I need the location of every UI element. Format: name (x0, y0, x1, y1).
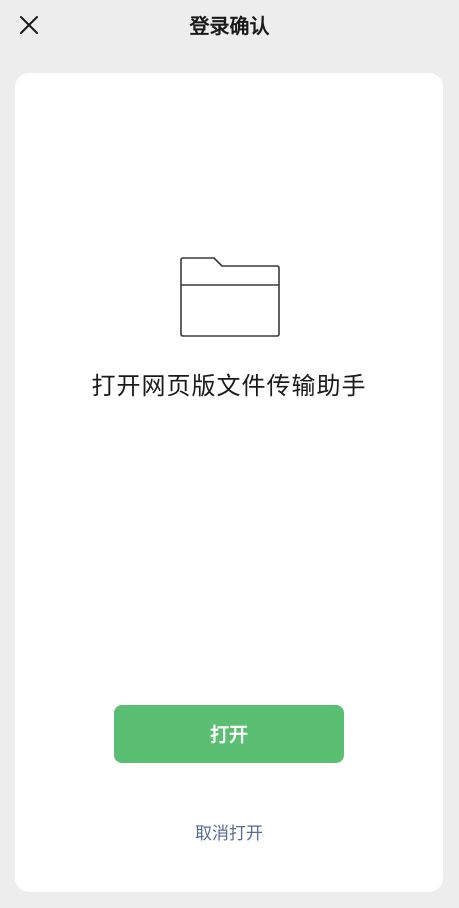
cancel-open-link[interactable]: 取消打开 (15, 821, 443, 847)
confirm-card: 打开网页版文件传输助手 打开 取消打开 (15, 73, 443, 892)
top-bar: 登录确认 (0, 0, 459, 52)
open-button[interactable]: 打开 (114, 705, 344, 763)
page-title: 登录确认 (189, 14, 270, 38)
headline: 打开网页版文件传输助手 (91, 372, 367, 400)
folder-icon (180, 257, 280, 337)
